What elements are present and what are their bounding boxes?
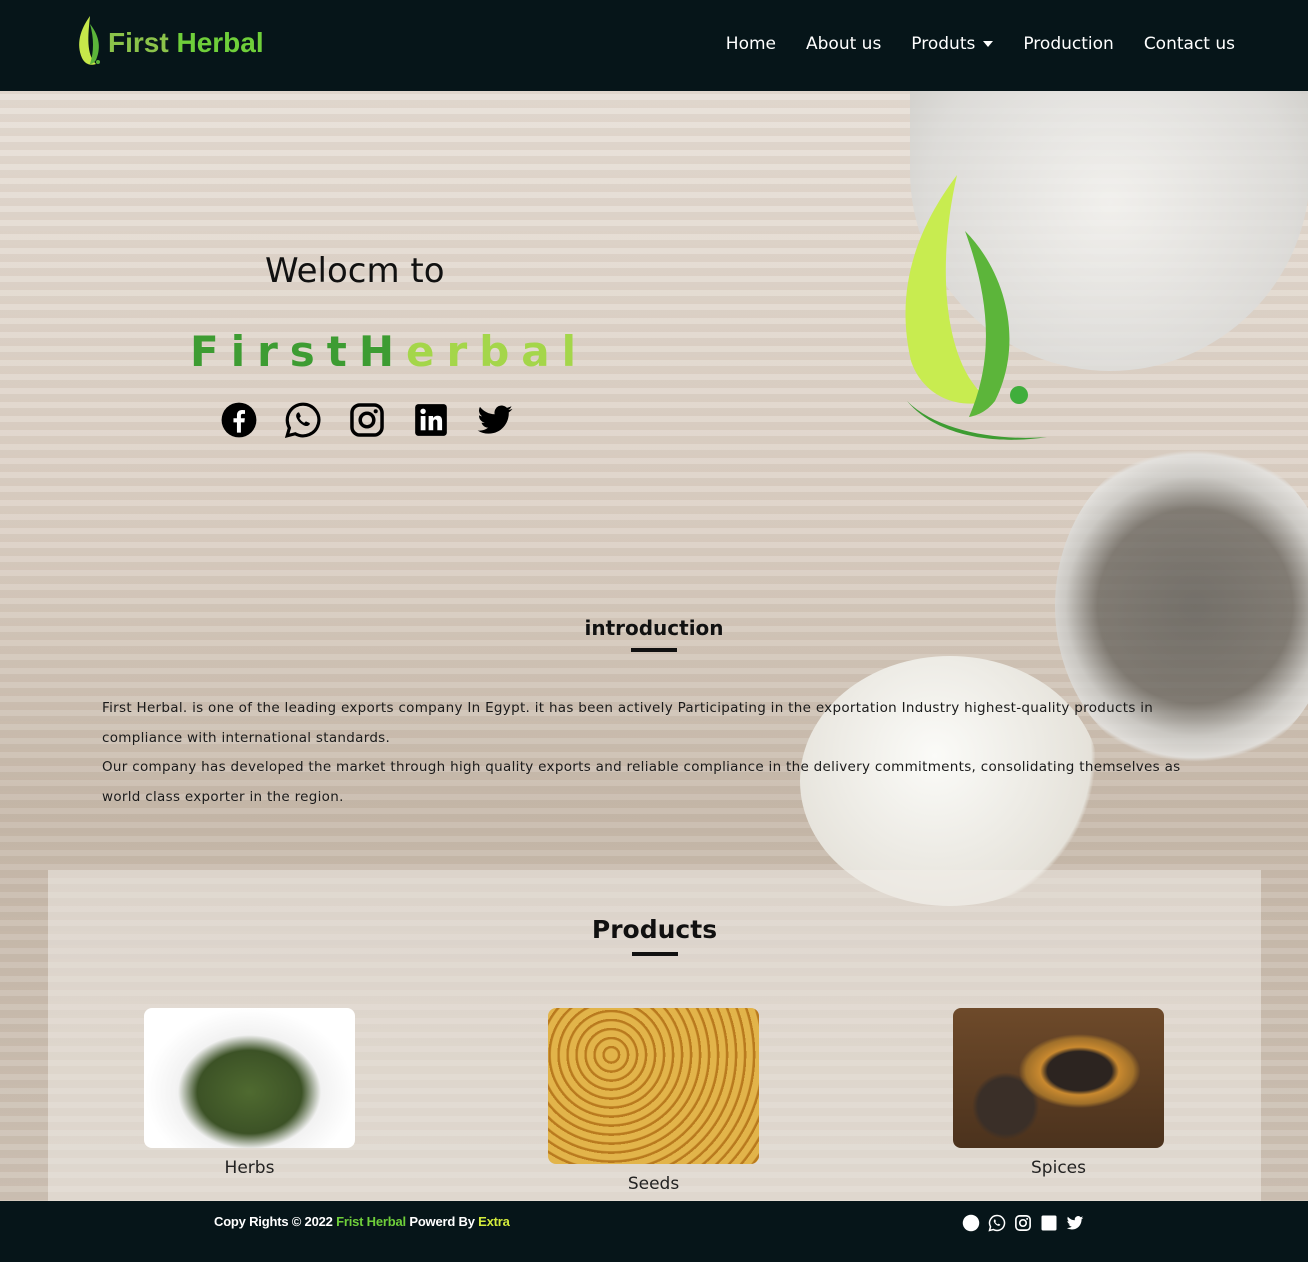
intro-paragraph-1: First Herbal. is one of the leading expo… bbox=[102, 700, 1154, 746]
large-leaf-logo-icon bbox=[905, 175, 1047, 440]
product-label: Spices bbox=[1031, 1158, 1086, 1178]
leaf-logo-icon bbox=[79, 16, 100, 65]
copyright-brand[interactable]: Frist Herbal bbox=[336, 1214, 406, 1229]
nav-about[interactable]: About us bbox=[806, 34, 881, 54]
nav-contact[interactable]: Contact us bbox=[1144, 34, 1235, 54]
navbar: First Herbal Home About us Produts Produ… bbox=[0, 0, 1308, 91]
intro-paragraph-2: Our company has developed the market thr… bbox=[102, 759, 1181, 805]
twitter-icon[interactable] bbox=[1066, 1214, 1084, 1232]
herbs-image bbox=[144, 1008, 355, 1148]
twitter-icon[interactable] bbox=[476, 401, 514, 439]
logo-text: First Herbal bbox=[108, 27, 264, 59]
facebook-icon[interactable] bbox=[220, 401, 258, 439]
products-title: Products bbox=[591, 915, 718, 944]
introduction-title: introduction bbox=[584, 616, 724, 640]
nav-menu: Home About us Produts Production Contact… bbox=[726, 34, 1235, 54]
logo[interactable]: First Herbal bbox=[76, 14, 264, 72]
title-underline bbox=[631, 648, 677, 652]
copyright-prefix: Copy Rights © 2022 bbox=[214, 1214, 337, 1229]
logo-word-herbal: Herbal bbox=[176, 27, 264, 58]
introduction-text: First Herbal. is one of the leading expo… bbox=[102, 694, 1212, 812]
footer: Copy Rights © 2022 Frist Herbal Powerd B… bbox=[0, 1201, 1308, 1262]
copyright-text: Copy Rights © 2022 Frist Herbal Powerd B… bbox=[214, 1214, 510, 1229]
product-label: Herbs bbox=[224, 1158, 275, 1178]
instagram-icon[interactable] bbox=[348, 401, 386, 439]
logo-word-first: First bbox=[108, 27, 169, 58]
products-section-title: Products bbox=[48, 915, 1261, 956]
welcome-heading: Welocm to bbox=[265, 251, 445, 291]
nav-home[interactable]: Home bbox=[726, 34, 776, 54]
brand-heading: FirstHerbal bbox=[190, 327, 588, 376]
whatsapp-icon[interactable] bbox=[988, 1214, 1006, 1232]
facebook-icon[interactable] bbox=[962, 1214, 980, 1232]
spices-image bbox=[953, 1008, 1164, 1148]
brand-first: First bbox=[190, 327, 359, 376]
seeds-image bbox=[548, 1008, 759, 1164]
products-section: Products Herbs Seeds Spices bbox=[48, 870, 1261, 1201]
product-label: Seeds bbox=[627, 1174, 680, 1194]
product-card-herbs[interactable]: Herbs bbox=[144, 1008, 355, 1178]
footer-social-links bbox=[962, 1214, 1084, 1232]
product-card-seeds[interactable]: Seeds bbox=[548, 1008, 759, 1194]
powered-by-link[interactable]: Extra bbox=[478, 1214, 510, 1229]
linkedin-icon[interactable] bbox=[412, 401, 450, 439]
whatsapp-icon[interactable] bbox=[284, 401, 322, 439]
caret-down-icon bbox=[983, 41, 994, 47]
nav-production[interactable]: Production bbox=[1023, 34, 1113, 54]
hero-social-links bbox=[220, 401, 514, 439]
nav-products-dropdown[interactable]: Produts bbox=[911, 34, 994, 54]
brand-h: H bbox=[358, 327, 407, 376]
hero-section: Welocm to FirstHerbal introduction First… bbox=[0, 91, 1308, 1201]
powered-by: Powerd By bbox=[405, 1214, 479, 1229]
linkedin-icon[interactable] bbox=[1040, 1214, 1058, 1232]
title-underline bbox=[631, 952, 678, 956]
product-card-spices[interactable]: Spices bbox=[953, 1008, 1164, 1178]
instagram-icon[interactable] bbox=[1014, 1214, 1032, 1232]
nav-products-label: Produts bbox=[911, 34, 976, 54]
brand-erbal: erbal bbox=[406, 327, 589, 376]
introduction-section-title: introduction bbox=[0, 616, 1308, 652]
